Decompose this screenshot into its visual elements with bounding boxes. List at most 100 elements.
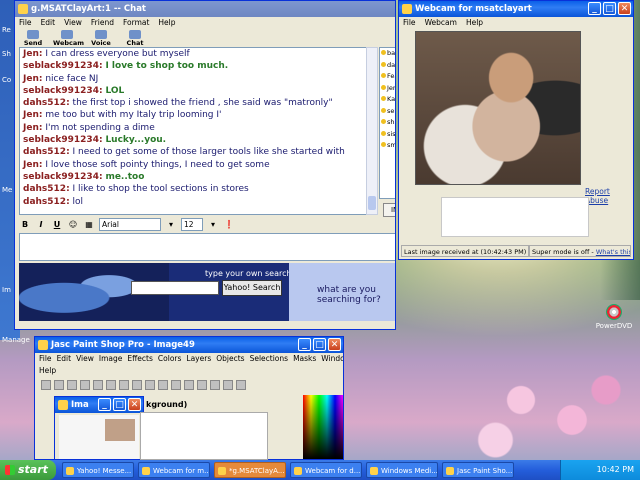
user-list-item[interactable]: Kand (380, 94, 395, 106)
color-icon[interactable]: ▦ (83, 220, 95, 229)
bold-button[interactable]: B (19, 220, 31, 229)
font-size-select[interactable]: 12 (181, 217, 203, 231)
user-list-item[interactable]: sebla (380, 106, 395, 118)
taskbar-button[interactable]: *g.MSATClayA... (214, 462, 286, 478)
camera-icon[interactable] (184, 380, 194, 390)
color-palette[interactable] (303, 395, 343, 459)
maximize-button[interactable]: □ (113, 398, 126, 411)
im-button[interactable]: IM (383, 203, 395, 217)
menu-friend[interactable]: Friend (91, 17, 114, 29)
user-list-item[interactable]: sister (380, 129, 395, 141)
maximize-button[interactable]: □ (603, 2, 616, 15)
user-list-item[interactable]: Jen (380, 83, 395, 95)
psp-titlebar[interactable]: Jasc Paint Shop Pro - Image49 _ □ ✕ (35, 337, 343, 353)
menu-window[interactable]: Window (321, 353, 343, 365)
menu-webcam[interactable]: Webcam (425, 17, 457, 29)
overview-icon[interactable] (223, 380, 233, 390)
menu-layers[interactable]: Layers (186, 353, 211, 365)
layers-icon[interactable] (210, 380, 220, 390)
menu-help[interactable]: Help (466, 17, 483, 29)
close-button[interactable]: ✕ (618, 2, 631, 15)
transcript-scrollbar[interactable] (366, 47, 378, 215)
audible-icon[interactable]: ❗ (223, 220, 235, 229)
histogram-icon[interactable] (197, 380, 207, 390)
report-abuse-link[interactable]: Report Abuse (585, 187, 633, 205)
powerdvd-desktop-icon[interactable]: PowerDVD (594, 304, 634, 330)
yahoo-search-button[interactable]: Yahoo! Search (222, 280, 282, 296)
image-titlebar[interactable]: Ima _ □ ✕ (55, 397, 143, 413)
ad-search-input[interactable] (131, 281, 219, 295)
taskbar-button[interactable]: Webcam for d... (290, 462, 362, 478)
menu-help[interactable]: Help (158, 17, 175, 29)
browse-icon[interactable] (171, 380, 181, 390)
start-button[interactable]: start (0, 460, 56, 480)
user-list-item[interactable]: dahs5 (380, 60, 395, 72)
webcam-titlebar[interactable]: Webcam for msatclayart _ □ ✕ (399, 1, 633, 17)
underline-button[interactable]: U (51, 220, 63, 229)
maximize-button[interactable]: □ (313, 338, 326, 351)
menu-edit[interactable]: Edit (57, 353, 72, 365)
menu-file[interactable]: File (403, 17, 416, 29)
menu-edit[interactable]: Edit (41, 17, 56, 29)
menu-colors[interactable]: Colors (158, 353, 182, 365)
taskbar-button[interactable]: Webcam for m... (138, 462, 210, 478)
desktop-label[interactable]: Manage (2, 336, 30, 344)
menu-masks[interactable]: Masks (293, 353, 316, 365)
menu-help[interactable]: Help (39, 365, 56, 377)
undo-icon[interactable] (93, 380, 103, 390)
chat-titlebar[interactable]: g.MSATClayArt:1 -- Chat (15, 1, 395, 17)
taskbar-button[interactable]: Jasc Paint Sho... (442, 462, 514, 478)
menu-view[interactable]: View (76, 353, 94, 365)
psp-menubar-row2: Help (35, 365, 343, 377)
open-icon[interactable] (54, 380, 64, 390)
zoom-icon[interactable] (158, 380, 168, 390)
close-button[interactable]: ✕ (128, 398, 141, 411)
copy-icon[interactable] (132, 380, 142, 390)
taskbar-button[interactable]: Yahoo! Messe... (62, 462, 134, 478)
help-icon[interactable] (236, 380, 246, 390)
chat-transcript[interactable]: Jen: I can dress everyone but myself seb… (19, 47, 367, 215)
desktop-label[interactable]: Co (2, 76, 11, 84)
message-compose-input[interactable] (19, 233, 395, 261)
background-canvas[interactable] (140, 412, 268, 460)
chevron-down-icon[interactable]: ▾ (207, 220, 219, 229)
minimize-button[interactable]: _ (298, 338, 311, 351)
menu-objects[interactable]: Objects (216, 353, 244, 365)
whats-this-link[interactable]: What's this? (596, 248, 630, 256)
image-canvas[interactable] (59, 415, 139, 459)
menu-selections[interactable]: Selections (250, 353, 288, 365)
paste-icon[interactable] (145, 380, 155, 390)
cut-icon[interactable] (119, 380, 129, 390)
scrollbar-thumb[interactable] (368, 196, 376, 210)
background-layer-title: kground) (146, 400, 188, 409)
close-button[interactable]: ✕ (328, 338, 341, 351)
redo-icon[interactable] (106, 380, 116, 390)
menu-format[interactable]: Format (123, 17, 149, 29)
minimize-button[interactable]: _ (98, 398, 111, 411)
italic-button[interactable]: I (35, 220, 47, 229)
emoticon-icon[interactable]: ☺ (67, 220, 79, 229)
menu-file[interactable]: File (19, 17, 32, 29)
desktop-label[interactable]: Me (2, 186, 12, 194)
font-select[interactable]: Arial (99, 217, 161, 231)
taskbar-button[interactable]: Windows Medi... (366, 462, 438, 478)
clock[interactable]: 10:42 PM (597, 465, 634, 474)
search-ad-banner[interactable]: type your own search Yahoo! Search what … (19, 263, 395, 321)
user-list-item[interactable]: baba (380, 48, 395, 60)
menu-image[interactable]: Image (99, 353, 123, 365)
print-icon[interactable] (80, 380, 90, 390)
user-list-item[interactable]: shae (380, 117, 395, 129)
menu-view[interactable]: View (64, 17, 82, 29)
message-text: I'm not spending a dime (45, 122, 155, 133)
menu-effects[interactable]: Effects (127, 353, 153, 365)
user-list-item[interactable]: Fearl (380, 71, 395, 83)
desktop-label[interactable]: Im (2, 286, 11, 294)
minimize-button[interactable]: _ (588, 2, 601, 15)
desktop-label[interactable]: Re (2, 26, 11, 34)
new-icon[interactable] (41, 380, 51, 390)
desktop-label[interactable]: Sh (2, 50, 11, 58)
chevron-down-icon[interactable]: ▾ (165, 220, 177, 229)
user-list-item[interactable]: smkyv (380, 140, 395, 152)
menu-file[interactable]: File (39, 353, 52, 365)
save-icon[interactable] (67, 380, 77, 390)
